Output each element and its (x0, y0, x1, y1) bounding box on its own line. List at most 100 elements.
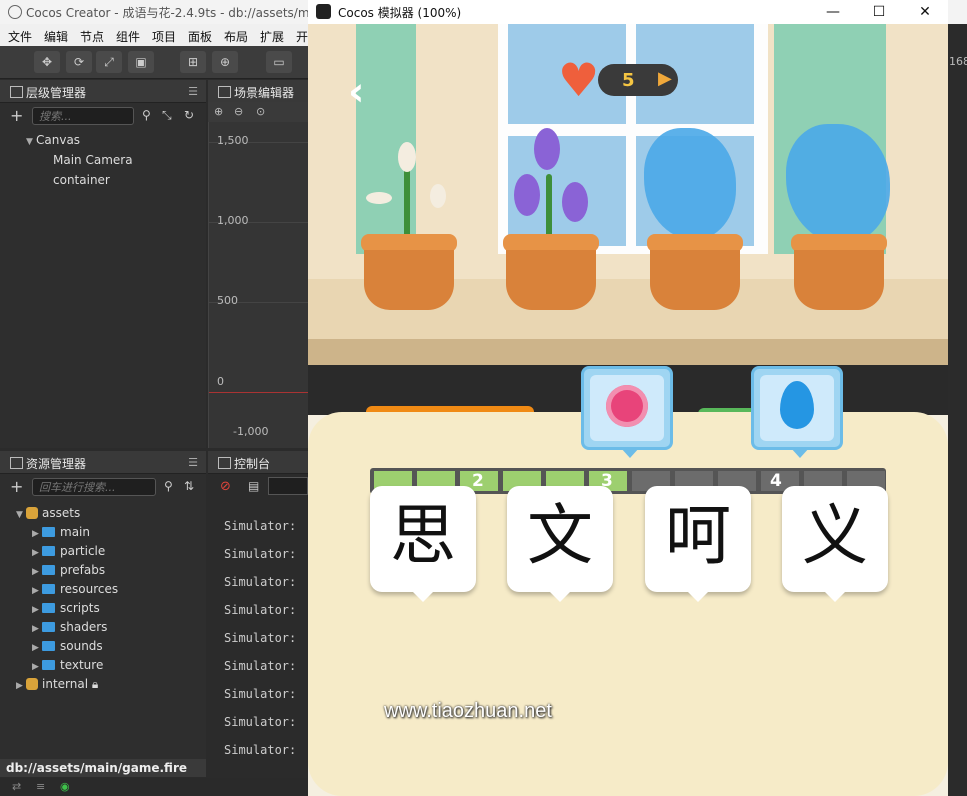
character-tile-1[interactable]: 思 (370, 486, 476, 602)
hierarchy-header: 层级管理器 ☰ (0, 80, 206, 103)
folder-sounds[interactable]: ▶ sounds (32, 639, 103, 653)
search-icon[interactable]: ⚲ (142, 108, 151, 122)
editor-right-edge: 168. (948, 24, 967, 796)
panel-menu-icon[interactable]: ☰ (188, 85, 198, 98)
sync-icon[interactable]: ⇄ (12, 780, 21, 793)
play-icon[interactable]: ▶ (658, 68, 672, 89)
menu-panel[interactable]: 面板 (188, 28, 212, 45)
ruler-label: 1,000 (217, 214, 249, 227)
sort-icon[interactable]: ⇅ (184, 479, 194, 493)
scene-viewport[interactable]: 1,500 1,000 500 0 -1,000 (208, 122, 309, 448)
zoom-in-icon[interactable]: ⊕ (214, 105, 223, 118)
purple-flower (534, 128, 560, 170)
rect-tool-icon[interactable]: ▣ (128, 51, 154, 73)
ruler-label: 500 (217, 294, 238, 307)
panel-menu-icon[interactable]: ☰ (188, 456, 198, 469)
menu-node[interactable]: 节点 (80, 28, 104, 45)
scene-editor-header: 场景编辑器 (208, 80, 308, 103)
white-flower (430, 184, 446, 208)
purple-flower (562, 182, 588, 222)
folder-main[interactable]: ▶ main (32, 525, 90, 539)
console-line: Simulator: (224, 603, 297, 617)
menu-component[interactable]: 组件 (116, 28, 140, 45)
progress-number: 2 (472, 471, 484, 491)
console-header: 控制台 (208, 451, 308, 474)
hierarchy-search-input[interactable]: 搜索... (32, 107, 134, 125)
flower-icon (606, 385, 648, 427)
right-fragment-text: 168. (949, 55, 967, 68)
console-line: Simulator: (224, 743, 297, 757)
progress-number: 4 (770, 471, 782, 491)
assets-icon (10, 457, 23, 469)
scene-zoom-bar: ⊕ ⊖ ⊙ (208, 102, 308, 122)
move-tool-icon[interactable]: ✥ (34, 51, 60, 73)
preview-device-icon[interactable]: ▭ (266, 51, 292, 73)
white-flower (398, 142, 416, 172)
simulator-titlebar: Cocos 模拟器 (100%) — ☐ ✕ (308, 0, 948, 24)
coordinate-toggle-icon[interactable]: ⊕ (212, 51, 238, 73)
folder-particle[interactable]: ▶ particle (32, 544, 105, 558)
folder-icon (42, 603, 55, 613)
flower-hint[interactable] (581, 366, 673, 458)
console-line: Simulator: (224, 687, 297, 701)
folder-scripts[interactable]: ▶ scripts (32, 601, 100, 615)
minimize-icon[interactable]: — (810, 0, 856, 24)
menu-project[interactable]: 项目 (152, 28, 176, 45)
add-asset-icon[interactable]: + (10, 477, 23, 496)
folder-texture[interactable]: ▶ texture (32, 658, 103, 672)
add-node-icon[interactable]: + (10, 106, 23, 125)
menu-extension[interactable]: 扩展 (260, 28, 284, 45)
log-file-icon[interactable]: ▤ (248, 479, 259, 493)
folder-resources[interactable]: ▶ resources (32, 582, 118, 596)
lives-count: 5 (622, 70, 635, 91)
back-arrow-icon[interactable]: ‹ (348, 72, 376, 112)
lock-icon: 🔒︎ (91, 677, 99, 691)
search-icon[interactable]: ⚲ (164, 479, 173, 493)
tree-node-container[interactable]: container (53, 173, 110, 187)
character-tile-4[interactable]: 义 (782, 486, 888, 602)
clear-console-icon[interactable]: ⊘ (220, 479, 231, 494)
folder-icon (42, 641, 55, 651)
cocos-logo-icon (8, 5, 22, 19)
pot-2-body (506, 250, 596, 310)
console-line: Simulator: (224, 715, 297, 729)
pot-1-body (364, 250, 454, 310)
close-icon[interactable]: ✕ (902, 0, 948, 24)
tree-node-canvas[interactable]: ▼ Canvas (26, 133, 80, 147)
console-line: Simulator: (224, 519, 297, 533)
folder-shaders[interactable]: ▶ shaders (32, 620, 107, 634)
refresh-icon[interactable]: ↻ (184, 108, 194, 122)
console-icon (218, 457, 231, 469)
console-line: Simulator: (224, 659, 297, 673)
maximize-icon[interactable]: ☐ (856, 0, 902, 24)
zoom-out-icon[interactable]: ⊖ (234, 105, 243, 118)
white-flower (366, 192, 392, 204)
collapse-icon[interactable]: ⤡ (162, 108, 172, 123)
console-filter-input[interactable] (268, 477, 308, 495)
character-text: 呵 (665, 497, 731, 574)
character-tile-2[interactable]: 文 (507, 486, 613, 602)
tree-node-main-camera[interactable]: Main Camera (53, 153, 133, 167)
menu-file[interactable]: 文件 (8, 28, 32, 45)
zoom-reset-icon[interactable]: ⊙ (256, 105, 265, 118)
database-icon (26, 507, 38, 519)
menu-developer[interactable]: 开 (296, 28, 308, 45)
folder-prefabs[interactable]: ▶ prefabs (32, 563, 105, 577)
ruler-label: 0 (217, 375, 224, 388)
assets-root[interactable]: ▼ assets (16, 506, 80, 520)
character-tile-3[interactable]: 呵 (645, 486, 751, 602)
anchor-toggle-icon[interactable]: ⊞ (180, 51, 206, 73)
pot-3-body (650, 250, 740, 310)
assets-internal[interactable]: ▶ internal 🔒︎ (16, 677, 98, 692)
simulator-window: Cocos 模拟器 (100%) — ☐ ✕ ‹ ♥ 5 ▶ 2 3 4 思 文… (308, 0, 948, 796)
menu-edit[interactable]: 编辑 (44, 28, 68, 45)
scale-tool-icon[interactable]: ⤢ (96, 51, 122, 73)
rotate-tool-icon[interactable]: ⟳ (66, 51, 92, 73)
water-drop-hint[interactable] (751, 366, 843, 458)
node-label: Canvas (36, 133, 81, 147)
assets-search-input[interactable]: 回车进行搜索... (32, 478, 156, 496)
assets-header: 资源管理器 ☰ (0, 451, 206, 474)
menu-layout[interactable]: 布局 (224, 28, 248, 45)
folder-icon (42, 622, 55, 632)
hierarchy-icon (10, 86, 23, 98)
